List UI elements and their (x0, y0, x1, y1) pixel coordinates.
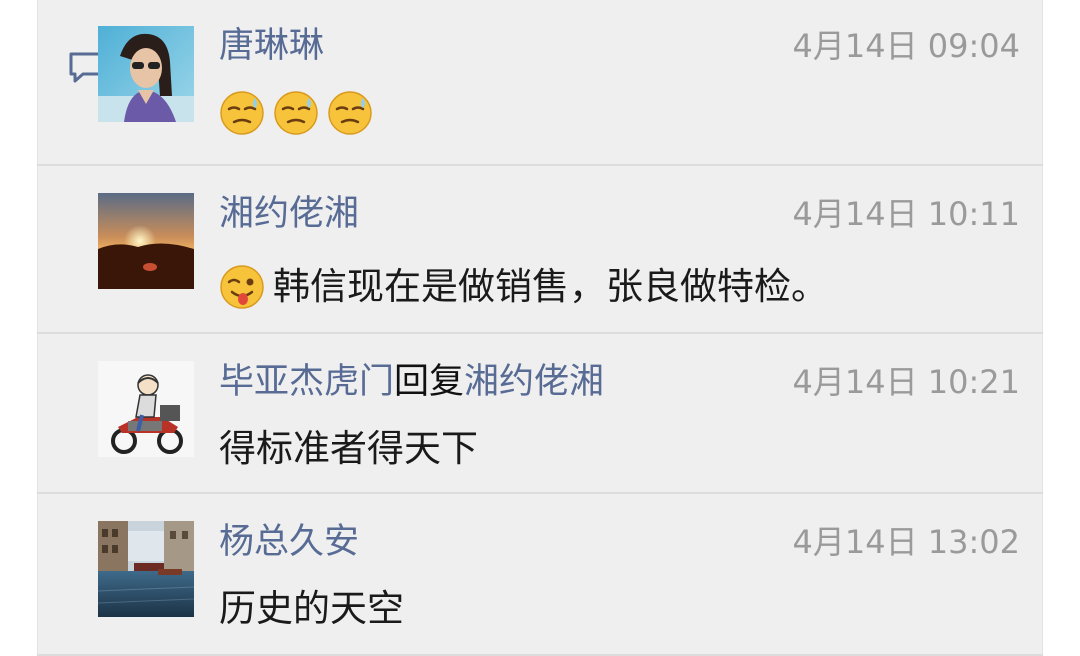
reply-label: 回复 (394, 362, 465, 402)
comment-author-name[interactable]: 湘约佬湘 (219, 194, 359, 234)
avatar[interactable] (98, 521, 194, 617)
comment-timestamp: 4月14日 10:11 (792, 195, 1020, 233)
comment-content: 历史的天空 (219, 584, 404, 634)
comment-author-line: 杨总久安 (219, 520, 359, 564)
comment-author-name[interactable]: 唐琳琳 (219, 26, 324, 66)
comment-text: 韩信现在是做销售，张良做特检。 (273, 265, 828, 308)
sweat-emoji (327, 90, 373, 136)
comment-author-name[interactable]: 毕亚杰虎门 (219, 362, 394, 402)
comment-text: 历史的天空 (219, 587, 404, 630)
comment-content (219, 90, 381, 136)
wink-tongue-emoji (219, 264, 265, 310)
comment-text: 得标准者得天下 (219, 427, 478, 470)
comment-content: 得标准者得天下 (219, 424, 478, 474)
comment-author-name[interactable]: 杨总久安 (219, 522, 359, 562)
comment-content: 韩信现在是做销售，张良做特检。 (219, 262, 828, 312)
sweat-emoji (219, 90, 265, 136)
comment-timestamp: 4月14日 10:21 (792, 363, 1020, 401)
comment-timestamp: 4月14日 09:04 (792, 27, 1020, 65)
sweat-emoji (273, 90, 319, 136)
avatar[interactable] (98, 26, 194, 122)
avatar[interactable] (98, 193, 194, 289)
comment-author-line: 湘约佬湘 (219, 192, 359, 236)
comment-author-line: 唐琳琳 (219, 24, 324, 68)
comment-author-line: 毕亚杰虎门回复湘约佬湘 (219, 360, 604, 404)
reply-target-name[interactable]: 湘约佬湘 (464, 362, 604, 402)
comment-timestamp: 4月14日 13:02 (792, 523, 1020, 561)
avatar[interactable] (98, 361, 194, 457)
